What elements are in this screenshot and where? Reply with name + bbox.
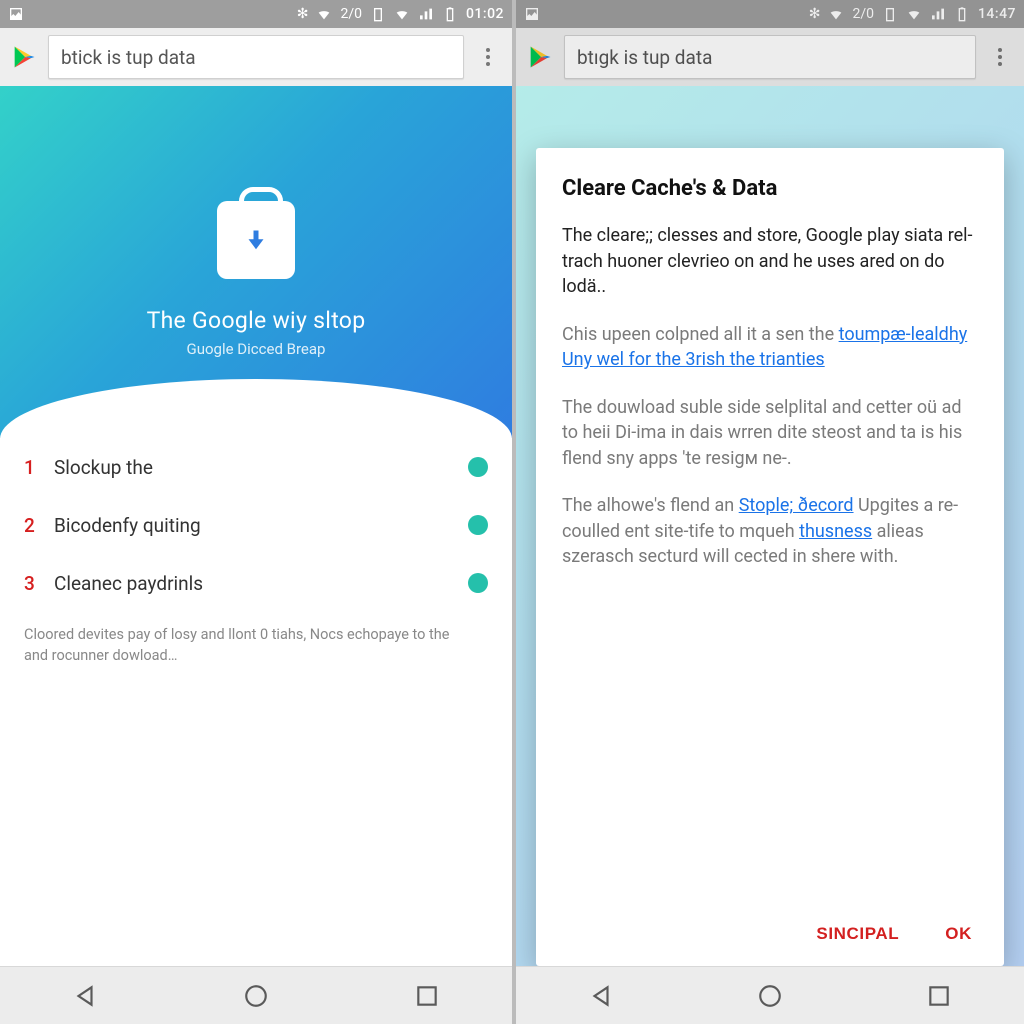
phone-left: ✻ 2/0 01:02 btick is tup data The Google…: [0, 0, 512, 1024]
home-button[interactable]: [750, 976, 790, 1016]
clock: 14:47: [978, 6, 1016, 22]
status-bar: ✻ 2/0 01:02: [0, 0, 512, 28]
image-icon: [8, 6, 24, 22]
dialog-link[interactable]: Stople; ðecord: [739, 495, 854, 516]
net-label: 2/0: [852, 6, 874, 22]
toolbar: btıgk is tup data: [516, 28, 1024, 86]
step-label: Cleanec paydrinls: [54, 572, 203, 595]
status-dot: [468, 573, 488, 593]
battery-icon: [882, 6, 898, 22]
step-number: 1: [24, 456, 54, 479]
search-input[interactable]: btick is tup data: [48, 35, 464, 79]
more-menu-icon[interactable]: [986, 48, 1014, 66]
dialog-actions: SINCIPAL OK: [562, 910, 978, 952]
phone-right: ✻ 2/0 14:47 btıgk is tup data Cleare Cac…: [512, 0, 1024, 1024]
shopping-bag-icon: [217, 201, 295, 279]
play-store-icon: [10, 43, 38, 71]
android-navbar: [516, 966, 1024, 1024]
step-number: 3: [24, 572, 54, 595]
recents-button[interactable]: [919, 976, 959, 1016]
list-item[interactable]: 1 Slockup the: [24, 438, 488, 496]
steps-list: 1 Slockup the 2 Bicodenfy quiting 3 Clea…: [0, 438, 512, 966]
signal-icon: [418, 6, 434, 22]
net-label: 2/0: [340, 6, 362, 22]
back-button[interactable]: [581, 976, 621, 1016]
cancel-button[interactable]: SINCIPAL: [810, 916, 905, 952]
android-navbar: [0, 966, 512, 1024]
step-number: 2: [24, 514, 54, 537]
image-icon: [524, 6, 540, 22]
dialog-link[interactable]: thusness: [799, 521, 872, 542]
footnote-text: Cloored devites pay of losy and llont 0 …: [24, 624, 488, 666]
battery-icon-2: [954, 6, 970, 22]
wifi-icon: [316, 6, 332, 22]
search-input[interactable]: btıgk is tup data: [564, 35, 976, 79]
dialog-paragraph: The alhowe's flend an Stople; ðecord Upg…: [562, 493, 978, 570]
back-button[interactable]: [65, 976, 105, 1016]
clear-cache-dialog: Cleare Cache's & Data The cleare;; cless…: [536, 148, 1004, 966]
step-label: Slockup the: [54, 456, 153, 479]
bt-off-icon: ✻: [809, 6, 821, 22]
status-dot: [468, 515, 488, 535]
status-bar: ✻ 2/0 14:47: [516, 0, 1024, 28]
dialog-title: Cleare Cache's & Data: [562, 176, 978, 201]
home-button[interactable]: [236, 976, 276, 1016]
battery-icon-2: [442, 6, 458, 22]
toolbar: btick is tup data: [0, 28, 512, 86]
hero-title: The Google wiy sltop: [147, 307, 366, 334]
dialog-paragraph: The douwload suble side selplital and ce…: [562, 395, 978, 472]
recents-button[interactable]: [407, 976, 447, 1016]
list-item[interactable]: 3 Cleanec paydrinls: [24, 554, 488, 612]
dialog-paragraph: Chis upeen colpned all it a sen the toum…: [562, 322, 978, 373]
dialog-paragraph: The cleare;; clesses and store, Google p…: [562, 223, 978, 300]
hero-subtitle: Guogle Dicced Breap: [147, 340, 366, 358]
play-store-icon: [526, 43, 554, 71]
wifi-icon-2: [394, 6, 410, 22]
hero-banner: The Google wiy sltop Guogle Dicced Breap: [0, 86, 512, 438]
ok-button[interactable]: OK: [939, 916, 978, 952]
battery-icon: [370, 6, 386, 22]
list-item[interactable]: 2 Bicodenfy quiting: [24, 496, 488, 554]
signal-icon: [930, 6, 946, 22]
clock: 01:02: [466, 6, 504, 22]
wifi-icon-2: [906, 6, 922, 22]
wifi-icon: [828, 6, 844, 22]
bt-off-icon: ✻: [297, 6, 309, 22]
status-dot: [468, 457, 488, 477]
more-menu-icon[interactable]: [474, 48, 502, 66]
step-label: Bicodenfy quiting: [54, 514, 201, 537]
